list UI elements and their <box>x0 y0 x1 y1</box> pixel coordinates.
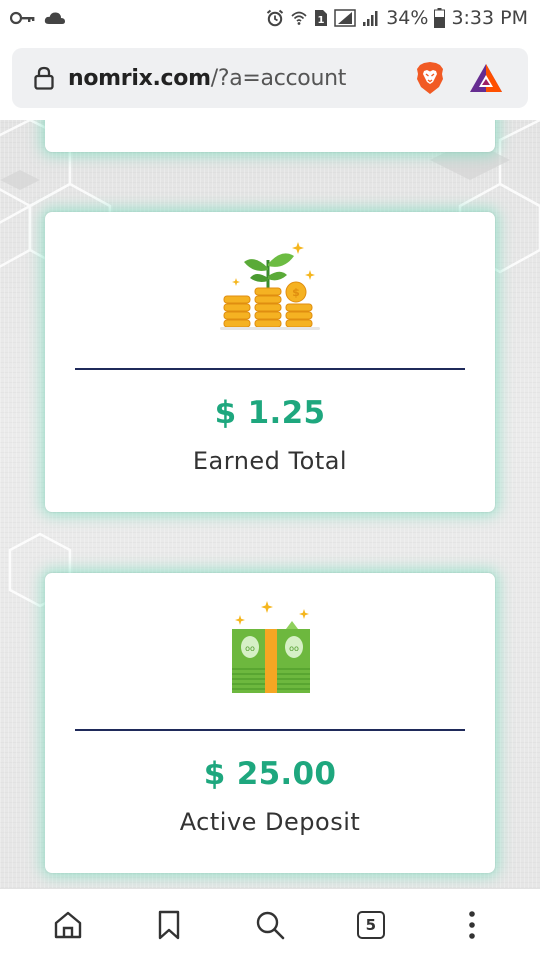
url-host: nomrix.com <box>68 65 211 91</box>
brave-shield-icon <box>417 62 443 94</box>
bat-rewards-button[interactable] <box>458 50 514 106</box>
search-icon <box>256 911 285 939</box>
tabs-button[interactable]: 5 <box>341 895 401 955</box>
page-content[interactable]: $ $ 1.25 Earned Total oo oo $ 25.00 Acti… <box>0 120 540 888</box>
alarm-icon <box>266 9 284 27</box>
active-deposit-card: oo oo $ 25.00 Active Deposit <box>45 573 495 873</box>
browser-bottom-toolbar: 5 <box>0 888 540 960</box>
home-button[interactable] <box>38 895 98 955</box>
battery-percent: 34% <box>386 7 429 29</box>
network-icon <box>334 9 356 27</box>
lock-icon[interactable] <box>34 66 54 90</box>
status-bar: 1 34% 3:33 PM <box>0 0 540 36</box>
svg-text:oo: oo <box>245 644 255 653</box>
money-stack-icon: oo oo <box>220 599 320 704</box>
search-button[interactable] <box>240 895 300 955</box>
url-field[interactable]: nomrix.com/?a=account <box>12 48 528 108</box>
signal-icon <box>362 9 380 27</box>
card-divider <box>75 729 465 731</box>
status-left <box>10 11 66 25</box>
cloud-icon <box>44 11 66 25</box>
browser-address-bar: nomrix.com/?a=account <box>0 36 540 120</box>
earned-total-amount: $ 1.25 <box>214 395 326 431</box>
svg-text:$: $ <box>292 286 300 299</box>
brave-shield-button[interactable] <box>402 50 458 106</box>
wifi-icon <box>290 9 308 27</box>
tab-count: 5 <box>365 915 376 934</box>
bookmark-icon <box>158 910 180 939</box>
earned-total-card: $ $ 1.25 Earned Total <box>45 212 495 512</box>
key-icon <box>10 11 36 25</box>
battery-icon <box>434 8 446 28</box>
bat-rewards-icon <box>470 64 502 92</box>
active-deposit-label: Active Deposit <box>179 808 361 836</box>
card-divider <box>75 368 465 370</box>
url-text[interactable]: nomrix.com/?a=account <box>68 66 402 91</box>
tabs-icon: 5 <box>356 910 385 939</box>
more-menu-button[interactable] <box>442 895 502 955</box>
status-right: 1 34% 3:33 PM <box>266 7 528 29</box>
home-icon <box>55 911 82 938</box>
svg-text:1: 1 <box>318 15 325 26</box>
bookmark-button[interactable] <box>139 895 199 955</box>
earned-total-label: Earned Total <box>192 447 348 475</box>
card-partial-top <box>45 120 495 152</box>
active-deposit-amount: $ 25.00 <box>203 756 337 792</box>
coins-plant-icon: $ <box>220 238 320 343</box>
more-icon <box>468 910 475 939</box>
svg-text:oo: oo <box>289 644 299 653</box>
url-path: /?a=account <box>210 65 347 91</box>
clock: 3:33 PM <box>451 7 528 29</box>
sim-icon: 1 <box>314 9 328 27</box>
